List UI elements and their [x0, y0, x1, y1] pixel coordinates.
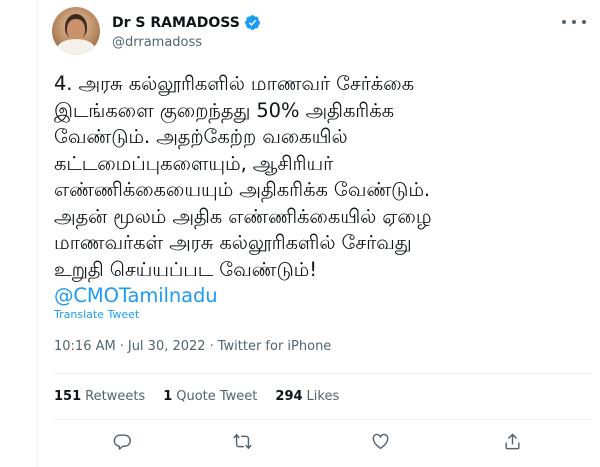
tweet-text-line: எண்ணிக்கையையும் அதிகரிக்க வேண்டும்.: [54, 178, 431, 201]
tweet-text: 4. அரசு கல்லூரிகளில் மாணவர் சேர்க்கை இடங…: [54, 71, 574, 310]
mention-link[interactable]: @CMOTamilnadu: [54, 283, 574, 310]
more-options-icon[interactable]: [562, 14, 586, 30]
tweet-text-line: கட்டமைப்புகளையும், ஆசிரியர்: [54, 151, 334, 175]
tweet-text-line: மாணவர்கள் அரசு கல்லூரிகளில் சேர்வது: [54, 231, 412, 254]
author-name-row[interactable]: Dr S RAMADOSS: [112, 14, 261, 31]
quotes-stat[interactable]: 1 Quote Tweet: [163, 389, 257, 404]
tweet-text-line: வேண்டும். அதற்கேற்ற வகையில்: [54, 125, 348, 148]
translate-tweet-link[interactable]: Translate Tweet: [54, 308, 139, 321]
retweet-icon[interactable]: [230, 429, 254, 453]
timeline-border: [37, 0, 38, 467]
verified-badge-icon: [244, 14, 261, 31]
share-icon[interactable]: [500, 429, 524, 453]
tweet-source[interactable]: Twitter for iPhone: [218, 339, 332, 354]
author-name[interactable]: Dr S RAMADOSS: [112, 15, 240, 31]
tweet-text-line: 4. அரசு கல்லூரிகளில் மாணவர் சேர்க்கை: [54, 72, 415, 95]
tweet-text-line: உறுதி செய்யப்பட வேண்டும்!: [54, 257, 317, 281]
divider: [52, 373, 592, 374]
reply-icon[interactable]: [110, 429, 134, 453]
likes-stat[interactable]: 294 Likes: [275, 389, 339, 404]
avatar-shirt: [57, 39, 95, 55]
meta-separator: ·: [119, 339, 124, 354]
tweet-metadata: 10:16 AM · Jul 30, 2022 · Twitter for iP…: [54, 339, 331, 354]
tweet-date[interactable]: Jul 30, 2022: [128, 339, 206, 354]
retweets-stat[interactable]: 151 Retweets: [54, 389, 145, 404]
meta-separator: ·: [209, 339, 214, 354]
avatar[interactable]: [52, 7, 100, 55]
tweet: Dr S RAMADOSS @drramadoss 4. அரசு கல்லூர…: [52, 0, 600, 467]
tweet-time[interactable]: 10:16 AM: [54, 339, 116, 354]
tweet-actions: [52, 427, 592, 457]
divider: [52, 419, 592, 420]
like-icon[interactable]: [368, 429, 392, 453]
author-handle[interactable]: @drramadoss: [112, 35, 202, 50]
tweet-stats: 151 Retweets 1 Quote Tweet 294 Likes: [54, 389, 339, 404]
tweet-text-line: இடங்களை குறைந்தது 50% அதிகரிக்க: [54, 98, 394, 122]
avatar-face: [67, 19, 85, 41]
tweet-text-line: அதன் மூலம் அதிக எண்ணிக்கையில் ஏழை: [54, 204, 432, 228]
